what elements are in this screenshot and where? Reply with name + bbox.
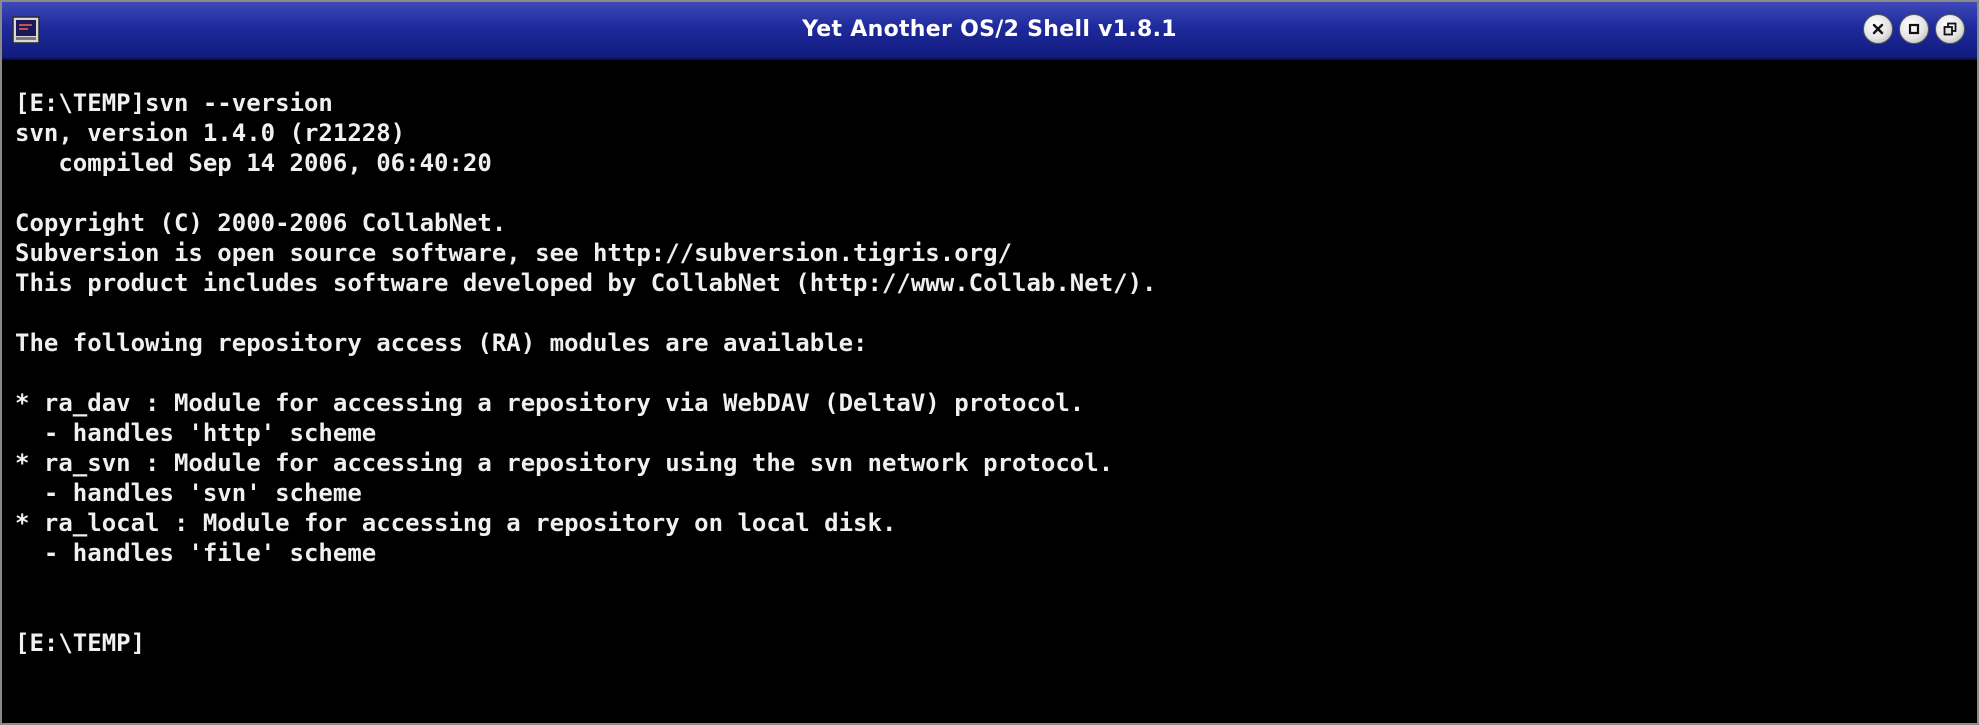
terminal-line: Subversion is open source software, see … bbox=[15, 239, 1012, 267]
terminal-line: * ra_dav : Module for accessing a reposi… bbox=[15, 389, 1085, 417]
terminal-window-icon[interactable] bbox=[12, 16, 40, 44]
window-title: Yet Another OS/2 Shell v1.8.1 bbox=[802, 17, 1177, 42]
restore-button[interactable] bbox=[1935, 14, 1965, 44]
close-button[interactable] bbox=[1863, 14, 1893, 44]
terminal-line: This product includes software developed… bbox=[15, 269, 1157, 297]
terminal-line: * ra_svn : Module for accessing a reposi… bbox=[15, 449, 1114, 477]
title-bar[interactable]: Yet Another OS/2 Shell v1.8.1 bbox=[2, 2, 1977, 60]
terminal-line: - handles 'http' scheme bbox=[15, 419, 377, 447]
terminal-prompt: [E:\TEMP] bbox=[15, 629, 146, 657]
window-controls bbox=[1863, 14, 1965, 46]
terminal-line: The following repository access (RA) mod… bbox=[15, 329, 868, 357]
shell-window: Yet Another OS/2 Shell v1.8.1 [E:\TEMP]s… bbox=[0, 0, 1979, 725]
terminal-line: * ra_local : Module for accessing a repo… bbox=[15, 509, 897, 537]
terminal-line: Copyright (C) 2000-2006 CollabNet. bbox=[15, 209, 507, 237]
terminal-line: svn, version 1.4.0 (r21228) bbox=[15, 119, 406, 147]
terminal-line: [E:\TEMP]svn --version bbox=[15, 89, 333, 117]
terminal-line: compiled Sep 14 2006, 06:40:20 bbox=[15, 149, 492, 177]
minimize-button[interactable] bbox=[1899, 14, 1929, 44]
terminal-line: - handles 'svn' scheme bbox=[15, 479, 362, 507]
terminal-output[interactable]: [E:\TEMP]svn --version svn, version 1.4.… bbox=[2, 60, 1977, 723]
terminal-line: - handles 'file' scheme bbox=[15, 539, 377, 567]
minimize-icon bbox=[1908, 23, 1920, 35]
close-icon bbox=[1872, 23, 1884, 35]
restore-icon bbox=[1943, 22, 1957, 36]
